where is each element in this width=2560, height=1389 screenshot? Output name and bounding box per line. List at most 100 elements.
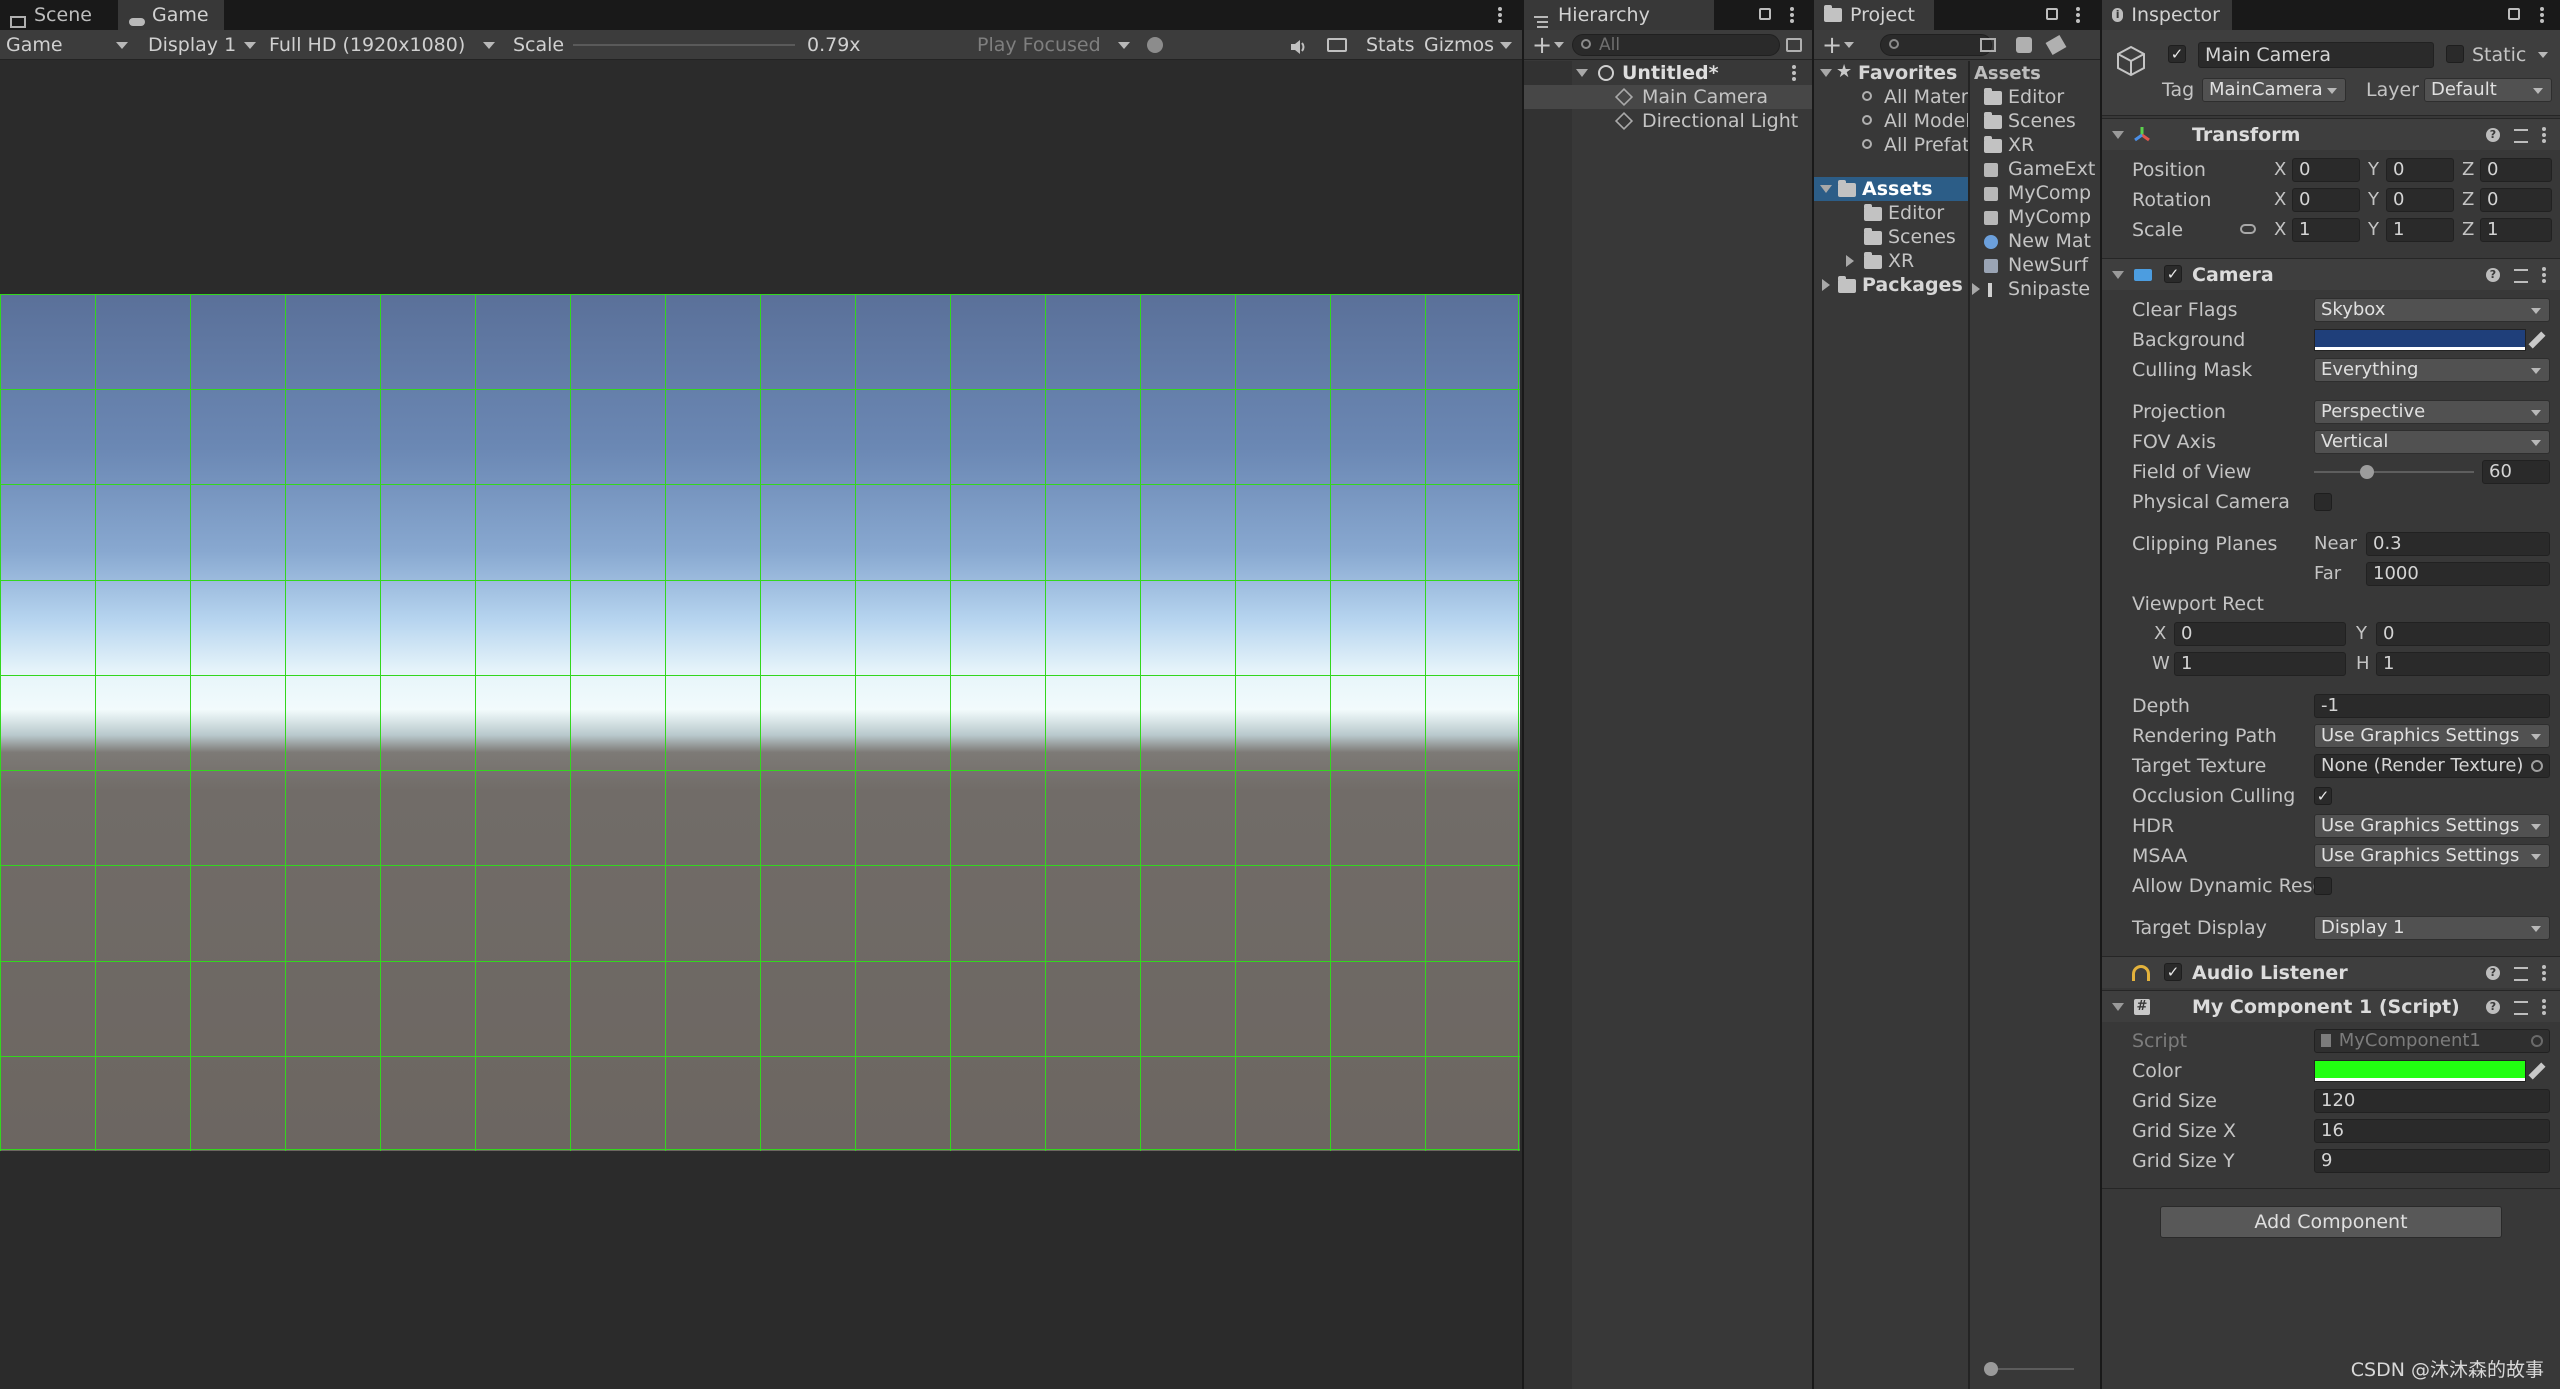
fold-arrow-icon[interactable]	[2112, 131, 2124, 139]
target-texture-field[interactable]: None (Render Texture)	[2314, 754, 2550, 778]
favorites-item[interactable]: All Mater	[1814, 85, 1969, 109]
expand-arrow-icon[interactable]	[1820, 185, 1832, 193]
my-component-header[interactable]: # My Component 1 (Script) ?	[2102, 990, 2560, 1022]
grid-size-x-field[interactable]: 16	[2314, 1119, 2550, 1143]
project-search-input[interactable]	[1880, 34, 1992, 56]
fold-arrow-icon[interactable]	[2112, 1003, 2124, 1011]
component-menu-icon[interactable]	[2542, 965, 2546, 981]
view-select-dropdown[interactable]: Game	[6, 32, 130, 58]
tab-inspector[interactable]: i Inspector	[2102, 0, 2232, 30]
breadcrumb[interactable]: Assets	[1974, 63, 2041, 84]
resolution-dropdown[interactable]: Full HD (1920x1080)	[269, 32, 497, 58]
allow-dynamic-resolution-checkbox[interactable]	[2314, 877, 2332, 895]
keyboard-icon[interactable]	[1327, 38, 1347, 52]
hdr-dropdown[interactable]: Use Graphics Settings	[2314, 814, 2550, 838]
transform-header[interactable]: Transform ?	[2102, 118, 2560, 150]
tab-project[interactable]: Project	[1814, 0, 1934, 30]
packages-tree-row[interactable]: Packages	[1814, 273, 1968, 297]
constrain-proportions-icon[interactable]	[2240, 224, 2256, 234]
scene-row[interactable]: Untitled*	[1524, 61, 1812, 85]
viewport-h-field[interactable]: 1	[2376, 652, 2550, 676]
fov-axis-dropdown[interactable]: Vertical	[2314, 430, 2550, 454]
depth-field[interactable]: -1	[2314, 694, 2550, 718]
component-menu-icon[interactable]	[2542, 999, 2546, 1015]
object-name-field[interactable]: Main Camera	[2198, 42, 2434, 68]
add-icon[interactable]: +	[1822, 33, 1842, 57]
stats-button[interactable]: Stats	[1366, 32, 1415, 58]
fov-slider-thumb[interactable]	[2360, 465, 2374, 479]
camera-header[interactable]: ✓ Camera ?	[2102, 258, 2560, 290]
presets-icon[interactable]	[2514, 128, 2528, 143]
project-file-item[interactable]: Scenes	[1970, 109, 2100, 133]
transform-y-field[interactable]: 0	[2386, 188, 2454, 212]
expand-arrow-icon[interactable]	[1820, 69, 1832, 77]
grid-size-y-field[interactable]: 9	[2314, 1149, 2550, 1173]
object-picker-icon[interactable]	[2531, 760, 2543, 772]
clear-flags-dropdown[interactable]: Skybox	[2314, 298, 2550, 322]
culling-mask-dropdown[interactable]: Everything	[2314, 358, 2550, 382]
tree-folder-xr[interactable]: XR	[1814, 249, 1968, 273]
hierarchy-search-input[interactable]: All	[1572, 34, 1780, 56]
filter-by-label-icon[interactable]	[2045, 34, 2067, 56]
collapse-arrow-icon[interactable]	[1846, 255, 1854, 267]
presets-icon[interactable]	[2514, 1000, 2528, 1015]
physical-camera-checkbox[interactable]	[2314, 493, 2332, 511]
tab-scene[interactable]: Scene	[0, 0, 116, 30]
chevron-down-icon[interactable]	[2538, 52, 2548, 58]
scale-slider[interactable]	[573, 44, 795, 46]
expand-arrow-icon[interactable]	[1576, 69, 1588, 77]
component-menu-icon[interactable]	[2542, 127, 2546, 143]
collapse-arrow-icon[interactable]	[1822, 279, 1830, 291]
display-dropdown[interactable]: Display 1	[148, 32, 258, 58]
project-file-item[interactable]: NewSurf	[1970, 253, 2100, 277]
scene-menu-icon[interactable]	[1792, 65, 1796, 81]
game-view[interactable]	[0, 61, 1520, 1389]
help-icon[interactable]: ?	[2486, 128, 2500, 142]
target-display-dropdown[interactable]: Display 1	[2314, 916, 2550, 940]
grid-size-field[interactable]: 120	[2314, 1089, 2550, 1113]
tab-game[interactable]: Game	[118, 0, 224, 30]
project-file-item[interactable]: MyComp	[1970, 205, 2100, 229]
chevron-down-icon[interactable]	[1554, 42, 1564, 48]
rendering-path-dropdown[interactable]: Use Graphics Settings	[2314, 724, 2550, 748]
transform-y-field[interactable]: 1	[2386, 218, 2454, 242]
transform-z-field[interactable]: 1	[2480, 218, 2552, 242]
lock-icon[interactable]	[1759, 8, 1771, 20]
play-mode-dropdown[interactable]: Play Focused	[977, 32, 1132, 58]
help-icon[interactable]: ?	[2486, 268, 2500, 282]
collapse-arrow-icon[interactable]	[1972, 283, 1980, 295]
icon-size-slider-thumb[interactable]	[1984, 1362, 1998, 1376]
hierarchy-menu-icon[interactable]	[1790, 7, 1794, 23]
add-component-button[interactable]: Add Component	[2160, 1206, 2502, 1238]
presets-icon[interactable]	[2514, 268, 2528, 283]
color-swatch[interactable]	[2314, 1060, 2526, 1082]
lock-icon[interactable]	[2508, 8, 2520, 20]
audio-listener-header[interactable]: ✓ Audio Listener ?	[2102, 956, 2560, 988]
add-icon[interactable]: +	[1532, 33, 1552, 57]
tab-hierarchy[interactable]: Hierarchy	[1524, 0, 1714, 30]
transform-z-field[interactable]: 0	[2480, 158, 2552, 182]
transform-x-field[interactable]: 0	[2292, 158, 2360, 182]
layer-dropdown[interactable]: Default	[2424, 78, 2552, 102]
transform-x-field[interactable]: 0	[2292, 188, 2360, 212]
project-file-item[interactable]: Snipaste	[1970, 277, 2100, 301]
search-options-icon[interactable]	[1786, 38, 1802, 52]
eyedropper-icon[interactable]	[2528, 331, 2546, 349]
project-menu-icon[interactable]	[2076, 7, 2080, 23]
viewport-w-field[interactable]: 1	[2174, 652, 2346, 676]
transform-x-field[interactable]: 1	[2292, 218, 2360, 242]
inspector-menu-icon[interactable]	[2540, 7, 2544, 23]
tag-dropdown[interactable]: MainCamera	[2202, 78, 2346, 102]
tree-folder-scenes[interactable]: Scenes	[1814, 225, 1968, 249]
project-file-item[interactable]: New Mat	[1970, 229, 2100, 253]
component-menu-icon[interactable]	[2542, 267, 2546, 283]
favorites-item[interactable]: All Model	[1814, 109, 1971, 133]
occlusion-culling-checkbox[interactable]: ✓	[2314, 787, 2332, 805]
bug-icon[interactable]	[1147, 37, 1163, 53]
help-icon[interactable]: ?	[2486, 1000, 2500, 1014]
project-file-item[interactable]: XR	[1970, 133, 2100, 157]
background-color-swatch[interactable]	[2314, 329, 2526, 351]
favorites-item[interactable]: All Prefat	[1814, 133, 1970, 157]
lock-icon[interactable]	[2046, 8, 2058, 20]
viewport-y-field[interactable]: 0	[2376, 622, 2550, 646]
